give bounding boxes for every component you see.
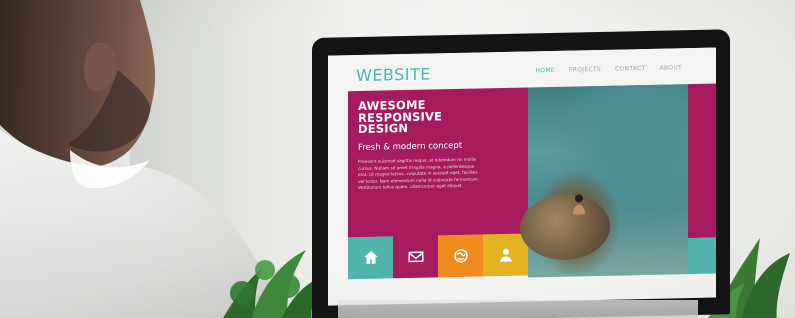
swimmer xyxy=(573,194,585,215)
right-accent-strip xyxy=(688,83,716,239)
home-icon xyxy=(363,251,378,264)
monitor-screen: WEBSITE HOME PROJECTS CONTACT ABOUT AWES… xyxy=(328,47,716,306)
right-teal-block xyxy=(688,237,716,275)
tile-home xyxy=(348,236,393,280)
hero-title: AWESOME RESPONSIVE DESIGN xyxy=(358,98,518,136)
nav-about: ABOUT xyxy=(659,64,682,72)
desk-edge xyxy=(338,300,698,318)
photo-scene: WEBSITE HOME PROJECTS CONTACT ABOUT AWES… xyxy=(0,0,795,318)
nav-home: HOME xyxy=(535,66,555,75)
mail-icon xyxy=(408,251,423,263)
monitor: WEBSITE HOME PROJECTS CONTACT ABOUT AWES… xyxy=(312,29,730,318)
nav-projects: PROJECTS xyxy=(568,65,602,74)
hero-body-text: Praesent euismod sagittis neque, at bibe… xyxy=(358,156,479,191)
tile-globe xyxy=(438,234,483,278)
user-icon xyxy=(499,248,512,262)
tile-user xyxy=(483,233,528,277)
website-nav: HOME PROJECTS CONTACT ABOUT xyxy=(535,64,682,74)
rock xyxy=(520,193,610,261)
nav-contact: CONTACT xyxy=(615,65,646,73)
tile-mail xyxy=(393,235,438,279)
feature-tiles xyxy=(348,233,528,280)
website-logo: WEBSITE xyxy=(356,64,431,86)
globe-icon xyxy=(453,249,468,263)
hero-title-text: AWESOME RESPONSIVE DESIGN xyxy=(358,97,443,137)
hero-subtitle: Fresh & modern concept xyxy=(358,140,463,154)
hero-image xyxy=(520,84,688,278)
